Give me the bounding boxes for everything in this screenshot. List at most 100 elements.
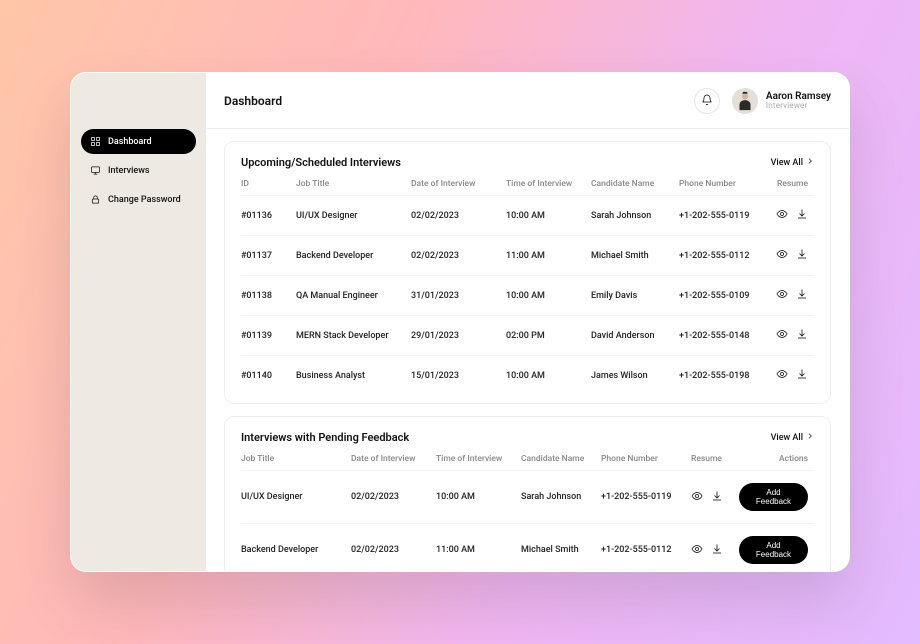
user-name: Aaron Ramsey: [766, 91, 831, 102]
cell-resume: [691, 490, 739, 505]
cell-resume: [769, 288, 814, 303]
cell-candidate: Emily Davis: [591, 291, 679, 301]
col-time: Time of Interview: [436, 454, 521, 464]
grid-icon: [90, 136, 101, 147]
sidebar-item-label: Interviews: [108, 166, 150, 176]
pending-table: Job Title Date of Interview Time of Inte…: [241, 454, 814, 571]
col-id: ID: [241, 179, 296, 189]
chevron-right-icon: [806, 432, 814, 443]
download-icon[interactable]: [796, 368, 808, 383]
sidebar-item-label: Change Password: [108, 195, 181, 205]
col-phone: Phone Number: [601, 454, 691, 464]
pending-title: Interviews with Pending Feedback: [241, 431, 409, 444]
cell-id: #01136: [241, 211, 296, 221]
cell-job: UI/UX Designer: [241, 492, 351, 502]
eye-icon[interactable]: [691, 543, 703, 558]
avatar[interactable]: [732, 88, 758, 114]
download-icon[interactable]: [796, 288, 808, 303]
eye-icon[interactable]: [776, 248, 788, 263]
eye-icon[interactable]: [776, 208, 788, 223]
content-scroll[interactable]: Upcoming/Scheduled Interviews View All I…: [206, 129, 849, 571]
download-icon[interactable]: [711, 490, 723, 505]
eye-icon[interactable]: [776, 368, 788, 383]
header: Dashboard Aaron Ramsey Interviewer: [206, 73, 849, 129]
col-date: Date of Interview: [351, 454, 436, 464]
cell-date: 02/02/2023: [411, 211, 506, 221]
user-block: Aaron Ramsey Interviewer: [766, 91, 831, 111]
eye-icon[interactable]: [691, 490, 703, 505]
cell-candidate: David Anderson: [591, 331, 679, 341]
table-row: #01137Backend Developer02/02/202311:00 A…: [241, 235, 814, 275]
upcoming-title: Upcoming/Scheduled Interviews: [241, 156, 401, 169]
cell-actions: Add Feedback: [739, 483, 814, 511]
cell-actions: Add Feedback: [739, 536, 814, 564]
add-feedback-button[interactable]: Add Feedback: [739, 483, 808, 511]
cell-date: 02/02/2023: [411, 251, 506, 261]
cell-resume: [769, 248, 814, 263]
cell-time: 11:00 AM: [436, 545, 521, 555]
view-all-label: View All: [771, 158, 803, 168]
table-row: #01138QA Manual Engineer31/01/202310:00 …: [241, 275, 814, 315]
cell-time: 10:00 AM: [506, 211, 591, 221]
table-row: Backend Developer02/02/202311:00 AMMicha…: [241, 523, 814, 571]
eye-icon[interactable]: [776, 328, 788, 343]
upcoming-view-all[interactable]: View All: [771, 157, 814, 168]
upcoming-card: Upcoming/Scheduled Interviews View All I…: [224, 141, 831, 404]
view-all-label: View All: [771, 433, 803, 443]
cell-candidate: Michael Smith: [521, 545, 601, 555]
col-time: Time of Interview: [506, 179, 591, 189]
upcoming-table: ID Job Title Date of Interview Time of I…: [241, 179, 814, 395]
add-feedback-button[interactable]: Add Feedback: [739, 536, 808, 564]
cell-candidate: Sarah Johnson: [521, 492, 601, 502]
table-row: UI/UX Designer02/02/202310:00 AMSarah Jo…: [241, 470, 814, 523]
col-candidate: Candidate Name: [521, 454, 601, 464]
sidebar-item-change-password[interactable]: Change Password: [81, 187, 196, 212]
table-row: #01139MERN Stack Developer29/01/202302:0…: [241, 315, 814, 355]
notifications-button[interactable]: [694, 88, 720, 114]
table-header: ID Job Title Date of Interview Time of I…: [241, 179, 814, 195]
cell-candidate: Sarah Johnson: [591, 211, 679, 221]
pending-view-all[interactable]: View All: [771, 432, 814, 443]
cell-time: 10:00 AM: [506, 371, 591, 381]
user-role: Interviewer: [766, 102, 831, 111]
avatar-person-icon: [734, 90, 756, 112]
sidebar-item-dashboard[interactable]: Dashboard: [81, 129, 196, 154]
cell-phone: +1-202-555-0112: [679, 251, 769, 261]
cell-job: Backend Developer: [241, 545, 351, 555]
bell-icon: [701, 91, 713, 110]
cell-phone: +1-202-555-0148: [679, 331, 769, 341]
download-icon[interactable]: [796, 208, 808, 223]
cell-date: 02/02/2023: [351, 492, 436, 502]
col-job: Job Title: [296, 179, 411, 189]
display-icon: [90, 165, 101, 176]
page-title: Dashboard: [224, 94, 282, 108]
cell-job: MERN Stack Developer: [296, 331, 411, 341]
table-row: #01136UI/UX Designer02/02/202310:00 AMSa…: [241, 195, 814, 235]
col-resume: Resume: [769, 179, 814, 189]
cell-time: 10:00 AM: [506, 291, 591, 301]
cell-resume: [691, 543, 739, 558]
cell-date: 29/01/2023: [411, 331, 506, 341]
download-icon[interactable]: [796, 328, 808, 343]
cell-phone: +1-202-555-0112: [601, 545, 691, 555]
sidebar-item-interviews[interactable]: Interviews: [81, 158, 196, 183]
main-area: Dashboard Aaron Ramsey Interviewer: [206, 73, 849, 571]
col-date: Date of Interview: [411, 179, 506, 189]
cell-job: Business Analyst: [296, 371, 411, 381]
cell-id: #01138: [241, 291, 296, 301]
cell-candidate: James Wilson: [591, 371, 679, 381]
cell-date: 15/01/2023: [411, 371, 506, 381]
sidebar-item-label: Dashboard: [108, 137, 152, 147]
chevron-right-icon: [806, 157, 814, 168]
cell-date: 31/01/2023: [411, 291, 506, 301]
cell-id: #01139: [241, 331, 296, 341]
cell-job: UI/UX Designer: [296, 211, 411, 221]
download-icon[interactable]: [796, 248, 808, 263]
app-window: Dashboard Interviews Change Password Das…: [70, 72, 850, 572]
cell-candidate: Michael Smith: [591, 251, 679, 261]
download-icon[interactable]: [711, 543, 723, 558]
sidebar: Dashboard Interviews Change Password: [71, 73, 206, 571]
cell-id: #01137: [241, 251, 296, 261]
col-candidate: Candidate Name: [591, 179, 679, 189]
eye-icon[interactable]: [776, 288, 788, 303]
